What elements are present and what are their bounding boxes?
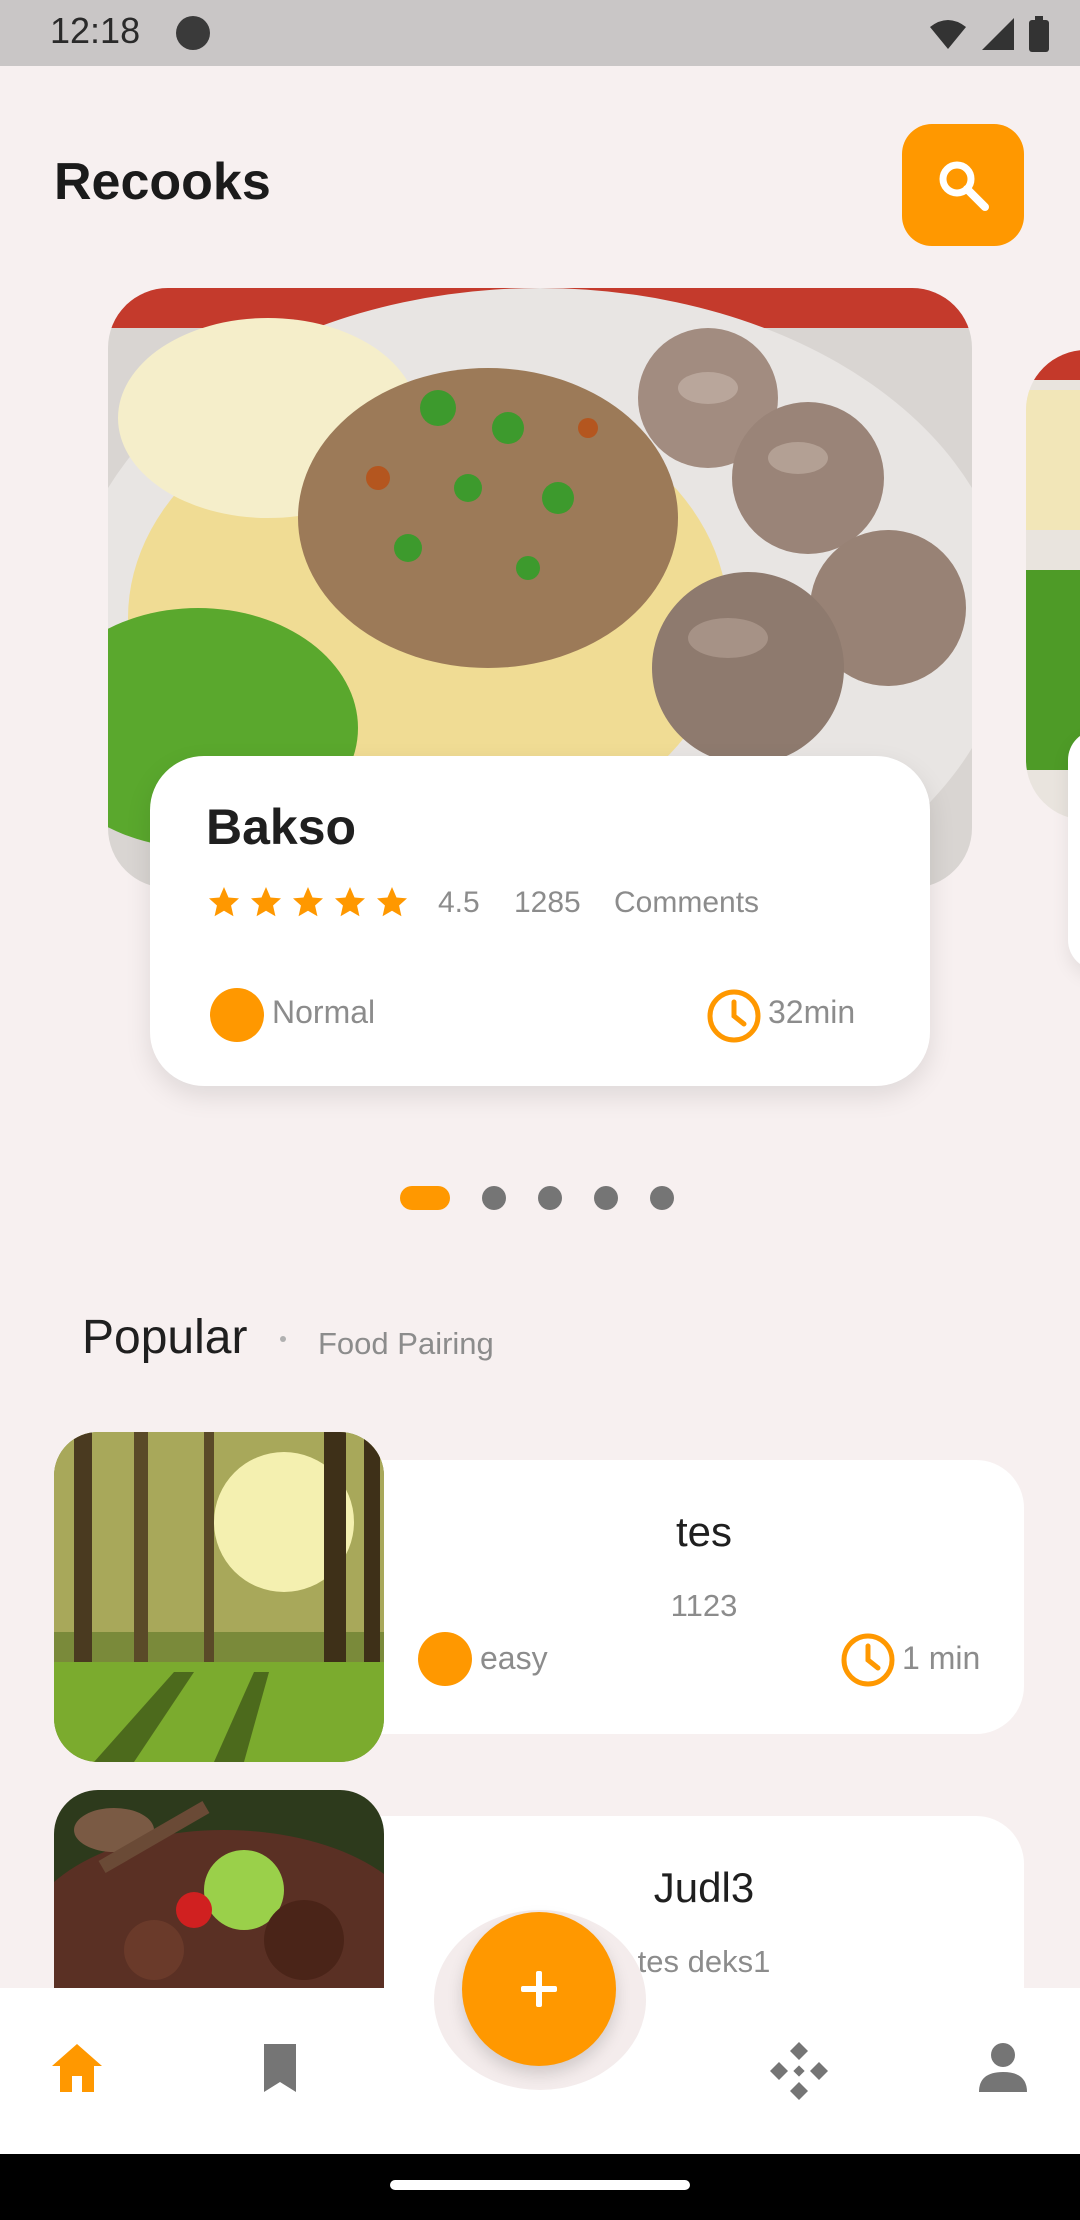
star-icon — [251, 887, 281, 917]
tab-popular[interactable]: Popular — [82, 1310, 247, 1365]
notification-icon — [176, 16, 210, 50]
app-title: Recooks — [54, 153, 271, 211]
carousel-indicator — [400, 1186, 674, 1210]
indicator-dot[interactable] — [594, 1186, 618, 1210]
indicator-dot[interactable] — [538, 1186, 562, 1210]
comments-label: Comments — [614, 886, 760, 919]
recipe-title: tes — [675, 1508, 733, 1555]
star-icon — [377, 887, 407, 917]
tab-food-pairing[interactable]: Food Pairing — [318, 1326, 494, 1362]
indicator-dot[interactable] — [650, 1186, 674, 1210]
difficulty-label: Normal — [272, 994, 376, 1030]
wifi-icon — [930, 20, 966, 49]
difficulty-icon — [210, 988, 264, 1042]
comment-count: 1285 — [514, 886, 581, 919]
difficulty-icon — [418, 1632, 472, 1686]
tab-separator — [280, 1336, 286, 1342]
star-icon — [293, 887, 323, 917]
next-recipe-card[interactable] — [1068, 730, 1080, 970]
bookmark-icon[interactable] — [258, 2040, 302, 2096]
recipe-title: Judl3 — [653, 1864, 755, 1911]
battery-icon — [1029, 16, 1049, 52]
difficulty-label: easy — [480, 1640, 548, 1676]
status-icons — [928, 14, 1050, 54]
clock-icon — [841, 1633, 895, 1687]
dashboard-icon[interactable] — [768, 2040, 830, 2102]
cook-time: 32min — [768, 994, 856, 1030]
add-recipe-button[interactable] — [462, 1912, 616, 2066]
rating-value: 4.5 — [438, 886, 480, 919]
cook-time: 1 min — [902, 1640, 981, 1676]
recipe-subtitle: tes deks1 — [637, 1944, 771, 1979]
status-time: 12:18 — [50, 10, 141, 51]
indicator-dot-active[interactable] — [400, 1186, 450, 1210]
star-icon — [209, 887, 239, 917]
search-icon — [939, 161, 989, 211]
star-icon — [335, 887, 365, 917]
search-button[interactable] — [902, 124, 1024, 246]
clock-icon — [707, 989, 761, 1043]
featured-recipe-card[interactable]: Bakso 4.5 1285 Comments Normal 32min — [150, 756, 930, 1086]
person-icon[interactable] — [976, 2040, 1030, 2094]
status-bar — [0, 0, 1080, 66]
signal-icon — [982, 18, 1014, 50]
rating-stars — [206, 884, 410, 920]
recipe-subtitle: 1123 — [670, 1588, 738, 1623]
add-icon — [521, 1971, 557, 2007]
home-icon[interactable] — [48, 2040, 106, 2096]
indicator-dot[interactable] — [482, 1186, 506, 1210]
recipe-title: Bakso — [206, 799, 357, 855]
gesture-handle[interactable] — [390, 2180, 690, 2190]
